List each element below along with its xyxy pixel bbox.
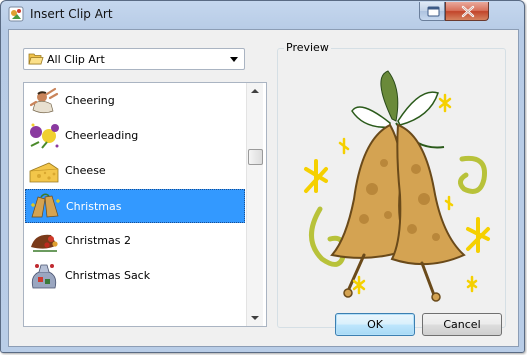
context-help-button[interactable] [419, 2, 445, 21]
christmas-bells-clipart [31, 193, 60, 218]
preview-group: Preview [277, 41, 506, 328]
chevron-down-icon[interactable] [230, 57, 238, 62]
list-item-label: Christmas Sack [65, 269, 151, 282]
cheering-man-clipart [29, 87, 59, 114]
window-title: Insert Clip Art [30, 7, 113, 21]
category-dropdown[interactable]: All Clip Art [23, 48, 245, 70]
insert-clip-art-dialog: Insert Clip Art All Clip Art Cheering Ch… [0, 0, 525, 353]
list-item-label: Cheering [65, 94, 115, 107]
folder-open-icon [28, 53, 44, 65]
cancel-button[interactable]: Cancel [422, 313, 502, 336]
vertical-scrollbar[interactable] [246, 83, 263, 326]
preview-legend: Preview [284, 41, 331, 54]
ok-button[interactable]: OK [335, 313, 415, 336]
clip-art-list[interactable]: Cheering Cheerleading Cheese Christmas C… [23, 82, 267, 327]
list-item-cheerleading[interactable]: Cheerleading [25, 119, 245, 153]
list-item-christmas[interactable]: Christmas [25, 189, 245, 223]
close-icon [461, 5, 475, 18]
list-item-christmas-sack[interactable]: Christmas Sack [25, 259, 245, 293]
cheese-wedge-clipart [29, 162, 59, 183]
list-item-label: Cheerleading [65, 129, 139, 142]
list-item-cheese[interactable]: Cheese [25, 154, 245, 188]
title-bar[interactable]: Insert Clip Art [1, 1, 524, 29]
help-icon [427, 6, 440, 17]
scroll-down-icon[interactable] [251, 316, 259, 320]
cornucopia-clipart [31, 234, 58, 252]
christmas-bells-illustration [304, 70, 490, 302]
dialog-body: All Clip Art Cheering Cheerleading Chees… [8, 29, 519, 347]
list-item-label: Christmas [66, 200, 122, 213]
list-item-label: Christmas 2 [65, 234, 131, 247]
close-button[interactable] [445, 2, 489, 21]
cheerleading-pompoms-clipart [30, 123, 59, 149]
scrollbar-thumb[interactable] [248, 149, 263, 165]
clip-art-app-icon [8, 6, 24, 22]
list-item-christmas-2[interactable]: Christmas 2 [25, 224, 245, 258]
category-selected-value: All Clip Art [47, 53, 105, 66]
scroll-up-icon[interactable] [251, 89, 259, 93]
christmas-sack-clipart [31, 264, 57, 289]
list-item-cheering[interactable]: Cheering [25, 84, 245, 118]
list-item-label: Cheese [65, 164, 106, 177]
